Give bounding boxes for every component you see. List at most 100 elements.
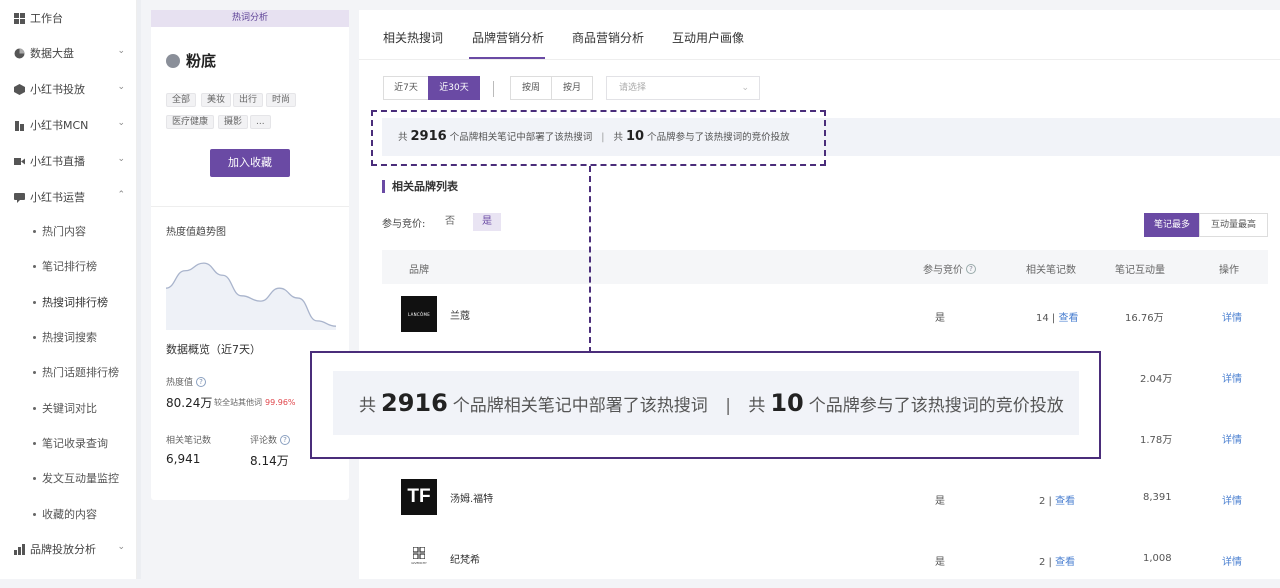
sidebar-sub-item[interactable]: 收藏的内容 bbox=[33, 504, 97, 524]
category-chip[interactable]: 医疗健康 bbox=[166, 115, 215, 129]
bid-filter-label: 参与竞价: bbox=[382, 219, 426, 230]
sidebar-sub-item[interactable]: 发文互动量监控 bbox=[33, 468, 119, 488]
keyword-title: 粉底 bbox=[166, 50, 216, 71]
bullet-icon bbox=[33, 300, 36, 304]
sidebar-sub-item[interactable]: 热门话题排行榜 bbox=[33, 362, 119, 382]
view-link[interactable]: 查看 bbox=[1055, 557, 1075, 568]
notes-count: 2 | 查看 bbox=[1039, 496, 1076, 507]
highlight-box bbox=[371, 110, 826, 166]
detail-link[interactable]: 详情 bbox=[1222, 309, 1242, 324]
keyword-icon bbox=[166, 53, 180, 68]
comments-label: 评论数? bbox=[250, 433, 291, 446]
sidebar-item-xhs-ops[interactable]: 小红书运营 ⌃ bbox=[0, 187, 137, 207]
sidebar-item-dashboard[interactable]: 数据大盘 ⌄ bbox=[0, 43, 137, 63]
category-chip-more[interactable]: ... bbox=[250, 115, 271, 129]
sidebar-sub-item[interactable]: 笔记排行榜 bbox=[33, 256, 97, 276]
sidebar-item-label: 小红书MCN bbox=[30, 119, 89, 132]
section-title: 相关品牌列表 bbox=[382, 180, 458, 193]
bullet-icon bbox=[33, 335, 36, 339]
comments-value: 8.14万 bbox=[250, 454, 289, 468]
video-icon bbox=[13, 155, 25, 167]
bullet-icon bbox=[33, 406, 36, 410]
sort-most-notes-button[interactable]: 笔记最多 bbox=[1144, 213, 1200, 237]
table-header: 品牌 参与竞价? 相关笔记数 笔记互动量 操作 bbox=[382, 250, 1268, 284]
detail-link[interactable]: 详情 bbox=[1222, 370, 1242, 385]
table-row: GIVENCHY 纪梵希 是 2 | 查看 1,008 详情 bbox=[382, 528, 1268, 588]
sidebar-sub-item-active[interactable]: 热搜词排行榜 bbox=[33, 292, 108, 312]
sidebar-item-brand-analysis[interactable]: 品牌投放分析 ⌄ bbox=[0, 539, 137, 559]
engagement-value: 8,391 bbox=[1143, 492, 1172, 503]
help-icon[interactable]: ? bbox=[966, 263, 976, 274]
highlight-connector bbox=[589, 166, 591, 353]
sort-most-engagement-button[interactable]: 互动量最高 bbox=[1199, 213, 1268, 237]
category-chip[interactable]: 出行 bbox=[233, 93, 264, 107]
tab-related-keywords[interactable]: 相关热搜词 bbox=[383, 29, 443, 46]
engagement-value: 1.78万 bbox=[1140, 435, 1173, 446]
overview-title: 数据概览（近7天） bbox=[166, 343, 261, 356]
view-link[interactable]: 查看 bbox=[1058, 313, 1078, 324]
sidebar-item-label: 小红书运营 bbox=[30, 191, 85, 204]
category-chip[interactable]: 摄影 bbox=[218, 115, 249, 129]
detail-link[interactable]: 详情 bbox=[1222, 553, 1242, 568]
bid-filter-no[interactable]: 否 bbox=[439, 213, 461, 231]
add-favorite-button[interactable]: 加入收藏 bbox=[210, 149, 290, 177]
sidebar-item-xhs-live[interactable]: 小红书直播 ⌄ bbox=[0, 151, 137, 171]
category-chip[interactable]: 时尚 bbox=[266, 93, 297, 107]
by-week-button[interactable]: 按周 bbox=[510, 76, 552, 100]
bullet-icon bbox=[33, 370, 36, 374]
brand-name: 兰蔻 bbox=[450, 311, 470, 322]
zoom-summary-text: 共 2916 个品牌相关笔记中部署了该热搜词 | 共 10 个品牌参与了该热搜词的竞价投… bbox=[359, 389, 1064, 417]
sidebar-sub-item[interactable]: 关键词对比 bbox=[33, 398, 97, 418]
main-panel: 相关热搜词 品牌营销分析 商品营销分析 互动用户画像 近7天 近30天 按周 按… bbox=[359, 10, 1280, 579]
brand-name: 汤姆.福特 bbox=[450, 494, 494, 505]
engagement-value: 2.04万 bbox=[1140, 374, 1173, 385]
chevron-down-icon: ⌄ bbox=[117, 542, 125, 552]
engagement-value: 16.76万 bbox=[1125, 313, 1164, 324]
active-tab-indicator bbox=[469, 57, 545, 59]
bar-chart-icon bbox=[13, 543, 25, 555]
bid-filter-yes[interactable]: 是 bbox=[473, 213, 501, 231]
help-icon[interactable]: ? bbox=[196, 376, 207, 387]
cube-icon bbox=[13, 83, 25, 95]
table-row: TF 汤姆.福特 是 2 | 查看 8,391 详情 bbox=[382, 467, 1268, 527]
chevron-down-icon: ⌄ bbox=[117, 46, 125, 56]
chat-icon bbox=[13, 191, 25, 203]
range-7d-button[interactable]: 近7天 bbox=[383, 76, 429, 100]
sidebar-sub-item[interactable]: 笔记收录查询 bbox=[33, 433, 108, 453]
by-month-button[interactable]: 按月 bbox=[551, 76, 593, 100]
sidebar-item-xhs-mcn[interactable]: 小红书MCN ⌄ bbox=[0, 115, 137, 135]
column-header: 参与竞价? bbox=[923, 261, 976, 276]
chevron-down-icon: ⌄ bbox=[741, 83, 749, 93]
bid-value: 是 bbox=[935, 313, 945, 324]
panel-tag: 热词分析 bbox=[151, 10, 349, 27]
building-icon bbox=[13, 119, 25, 131]
sidebar-sub-item[interactable]: 热门内容 bbox=[33, 221, 86, 241]
view-link[interactable]: 查看 bbox=[1055, 496, 1075, 507]
bullet-icon bbox=[33, 476, 36, 480]
sidebar-item-label: 品牌投放分析 bbox=[30, 543, 96, 556]
category-chip[interactable]: 美妆 bbox=[201, 93, 232, 107]
sidebar-item-label: 小红书直播 bbox=[30, 155, 85, 168]
sidebar-item-xhs-ads[interactable]: 小红书投放 ⌄ bbox=[0, 79, 137, 99]
zoom-callout: 共 2916 个品牌相关笔记中部署了该热搜词 | 共 10 个品牌参与了该热搜词的竞价投… bbox=[310, 351, 1101, 459]
period-select[interactable]: 请选择 ⌄ bbox=[606, 76, 760, 100]
tab-user-profile[interactable]: 互动用户画像 bbox=[672, 29, 744, 46]
range-30d-button[interactable]: 近30天 bbox=[428, 76, 480, 100]
sidebar-sub-item[interactable]: 热搜词搜索 bbox=[33, 327, 97, 347]
heat-value: 80.24万 bbox=[166, 396, 213, 410]
notes-label: 相关笔记数 bbox=[166, 436, 212, 446]
sidebar-item-label: 小红书投放 bbox=[30, 83, 85, 96]
help-icon[interactable]: ? bbox=[280, 434, 291, 445]
sidebar-item-workbench[interactable]: 工作台 bbox=[0, 8, 137, 28]
tab-product-marketing[interactable]: 商品营销分析 bbox=[572, 29, 644, 46]
tab-brand-marketing[interactable]: 品牌营销分析 bbox=[472, 29, 544, 46]
category-chip[interactable]: 全部 bbox=[166, 93, 197, 107]
heat-label: 热度值? bbox=[166, 375, 207, 388]
givenchy-mark-icon bbox=[413, 547, 425, 559]
divider bbox=[493, 81, 494, 97]
brand-logo: TF bbox=[401, 479, 437, 515]
detail-link[interactable]: 详情 bbox=[1222, 431, 1242, 446]
detail-link[interactable]: 详情 bbox=[1222, 492, 1242, 507]
sidebar: 工作台 数据大盘 ⌄ 小红书投放 ⌄ 小红书MCN ⌄ 小红书直播 ⌄ 小红书运… bbox=[0, 0, 137, 579]
sidebar-scrollbar[interactable] bbox=[137, 0, 141, 579]
